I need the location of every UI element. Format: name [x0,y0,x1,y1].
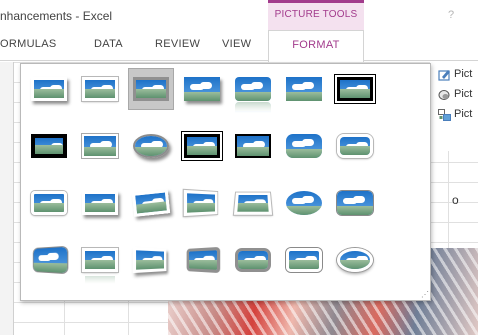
picture-style-thumbnail [82,77,118,101]
picture-style-thumbnail [235,134,271,158]
picture-style-thumbnail [186,246,221,274]
picture-style-thumbnail [31,134,67,158]
picture-style-option[interactable] [26,182,72,224]
picture-layout-button[interactable]: Pict [438,107,478,123]
picture-style-thumbnail [286,191,322,215]
picture-layout-icon [438,109,451,121]
picture-style-option-selected[interactable] [128,68,174,110]
picture-effects-button[interactable]: Pict [438,87,478,103]
tab-format[interactable]: FORMAT [268,30,364,62]
picture-style-option[interactable] [179,182,225,224]
picture-tools-label: PICTURE TOOLS [274,9,358,20]
tab-view[interactable]: VIEW [222,38,251,50]
picture-style-thumbnail [286,134,322,158]
picture-style-thumbnail [31,77,67,101]
picture-effects-icon [438,90,450,100]
picture-style-option[interactable] [332,125,378,167]
picture-style-option[interactable] [281,182,327,224]
picture-style-option[interactable] [332,68,378,110]
picture-styles-gallery: ⋰ [20,63,431,301]
picture-style-option[interactable] [26,68,72,110]
picture-style-thumbnail [33,246,68,274]
picture-style-option[interactable] [230,182,276,224]
picture-border-button[interactable]: Pict [438,67,478,83]
picture-style-thumbnail [184,134,220,158]
ribbon-tabs: ORMULAS DATA REVIEW VIEW FORMAT [0,30,478,62]
tab-formulas[interactable]: ORMULAS [0,38,57,50]
picture-style-thumbnail [235,77,271,101]
gallery-resize-grip[interactable]: ⋰ [421,290,429,299]
tab-format-label: FORMAT [292,39,340,51]
picture-style-option[interactable] [128,125,174,167]
help-icon[interactable]: ? [448,9,454,21]
picture-style-option[interactable] [281,239,327,281]
picture-style-thumbnail [235,248,271,272]
picture-style-thumbnail [132,246,167,274]
cell-value: o [452,193,459,207]
picture-style-thumbnail [184,77,220,101]
picture-style-option[interactable] [332,182,378,224]
picture-style-option[interactable] [77,182,123,224]
picture-style-option[interactable] [77,68,123,110]
picture-style-option[interactable] [281,68,327,110]
picture-style-thumbnail [286,77,322,101]
tab-review[interactable]: REVIEW [155,38,200,50]
picture-style-option[interactable] [230,125,276,167]
row-headers [0,62,14,335]
picture-style-thumbnail [337,248,373,272]
picture-style-thumbnail [82,248,118,272]
picture-style-option[interactable] [230,239,276,281]
picture-style-thumbnail [183,189,218,217]
picture-tools-group: PICTURE TOOLS [268,0,364,30]
picture-style-commands: Pict Pict Pict [430,61,478,151]
picture-style-option[interactable] [179,239,225,281]
window-title: nhancements - Excel [0,9,113,23]
picture-style-option[interactable] [281,125,327,167]
picture-border-label: Pict [454,68,473,80]
picture-style-thumbnail [233,192,273,215]
picture-style-option[interactable] [230,68,276,110]
title-bar: nhancements - Excel PICTURE TOOLS ? [0,0,478,30]
picture-style-option[interactable] [128,239,174,281]
picture-style-thumbnail [133,77,169,101]
picture-style-option[interactable] [179,68,225,110]
picture-style-option[interactable] [26,239,72,281]
picture-style-thumbnail [133,134,169,158]
picture-layout-label: Pict [454,108,473,120]
picture-effects-label: Pict [454,88,473,100]
picture-style-option[interactable] [179,125,225,167]
picture-style-thumbnail [31,191,67,215]
picture-style-option[interactable] [77,239,123,281]
picture-style-thumbnail [337,191,373,215]
picture-style-option[interactable] [77,125,123,167]
picture-border-icon [438,70,450,81]
picture-style-thumbnail [337,77,373,101]
picture-style-thumbnail [286,248,322,272]
picture-style-option[interactable] [332,239,378,281]
picture-style-option[interactable] [128,182,174,224]
picture-style-thumbnail [82,191,118,215]
tab-data[interactable]: DATA [94,38,123,50]
picture-style-thumbnail [131,189,171,217]
picture-style-thumbnail [82,134,118,158]
picture-style-thumbnail [337,134,373,158]
picture-style-option[interactable] [26,125,72,167]
